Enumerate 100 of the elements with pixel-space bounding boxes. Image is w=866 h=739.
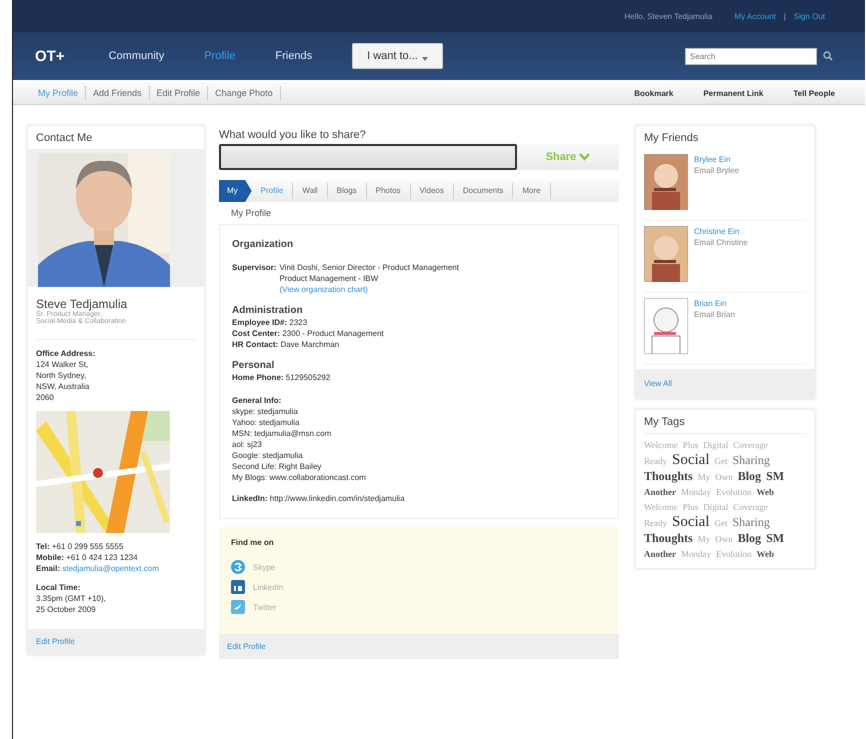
separator-text: | <box>784 12 786 20</box>
page-action-link[interactable]: Permanent Link <box>703 88 764 98</box>
info-line: Yahoo: stedjamulia <box>232 417 300 428</box>
nav-link[interactable]: Friends <box>275 50 312 62</box>
supervisor-label: Supervisor: <box>232 262 276 274</box>
mobile-text: Mobile: +61 0 424 123 1234 <box>36 553 138 562</box>
greeting-text: Hello, Steven Tedjamulia <box>624 12 712 20</box>
info-line: My Blogs: www.collaborationcast.com <box>232 472 367 483</box>
tag-link[interactable]: Web <box>756 547 774 562</box>
tab[interactable]: Wall <box>293 183 328 199</box>
service-link[interactable]: Twitter <box>253 602 277 612</box>
email-friend-link[interactable]: Email Brylee <box>694 165 739 176</box>
i-want-to-button[interactable]: I want to... <box>352 43 443 69</box>
card-title: My Friends <box>644 131 700 146</box>
tag-link[interactable]: Ready <box>644 454 667 469</box>
email-friend-link[interactable]: Email Brian <box>694 309 735 320</box>
tab[interactable]: More <box>513 183 551 199</box>
info-line: Second Life: Right Bailey <box>232 461 322 472</box>
tag-link[interactable]: SM <box>766 531 784 546</box>
tag-link[interactable]: Welcome <box>644 500 678 515</box>
tag-link[interactable]: Coverage <box>733 438 768 453</box>
tag-link[interactable]: My <box>698 532 710 547</box>
service-link[interactable]: LinkedIn <box>253 582 284 592</box>
sub-nav-link[interactable]: Add Friends <box>86 86 150 100</box>
logo: OT+ <box>35 48 65 64</box>
account-link[interactable]: Sign Out <box>794 12 825 20</box>
tab[interactable]: Documents <box>454 183 514 199</box>
address-line: 124 Walker St, <box>36 359 90 370</box>
address-line: 2060 <box>36 392 55 403</box>
tab[interactable]: Blogs <box>328 183 367 199</box>
tag-link[interactable]: Thoughts <box>644 531 693 546</box>
edit-profile-link[interactable]: Edit Profile <box>227 642 266 651</box>
search-field[interactable]: Search <box>685 48 817 64</box>
field-text: Cost Center: 2300 - Product Management <box>232 328 385 339</box>
tag-link[interactable]: Evolution <box>716 485 752 500</box>
tag-link[interactable]: Plus <box>682 438 698 453</box>
share-prompt: What would you like to share? <box>219 129 367 141</box>
nav-link[interactable]: Profile <box>204 50 236 62</box>
tag-link[interactable]: Another <box>644 485 676 500</box>
friend-name-link[interactable]: Christine Ein <box>694 226 748 237</box>
bird-icon <box>231 600 245 614</box>
card-title: Contact Me <box>36 131 94 146</box>
caret-icon <box>422 57 428 61</box>
nav-link[interactable]: Community <box>108 50 164 62</box>
tag-link[interactable]: SM <box>766 469 784 484</box>
share-field[interactable] <box>219 144 517 170</box>
section-title: My Profile <box>230 207 272 220</box>
supervisor-text: Product Management - IBW <box>279 273 378 284</box>
page-action-link[interactable]: Bookmark <box>634 88 674 98</box>
view-all-link[interactable]: View All <box>644 379 672 388</box>
tag-link[interactable]: Own <box>715 470 733 485</box>
share-button[interactable]: Share <box>517 144 619 170</box>
info-line: skype: stedjamulia <box>232 406 299 417</box>
address-line: North Sydney, <box>36 370 88 381</box>
tab[interactable]: Photos <box>366 183 411 199</box>
tag-link[interactable]: Sharing <box>732 453 770 468</box>
tag-link[interactable]: Evolution <box>716 547 752 562</box>
tag-link[interactable]: Get <box>714 454 728 469</box>
section-heading: Organization <box>232 239 294 250</box>
tab[interactable]: Profile <box>252 183 294 199</box>
section-heading: General Info: <box>232 395 282 406</box>
info-line: Google: stedjamulia <box>232 450 304 461</box>
tag-link[interactable]: My <box>698 470 710 485</box>
service-link[interactable]: Skype <box>253 562 276 572</box>
friend-name-link[interactable]: Brylee Ein <box>694 154 739 165</box>
tag-link[interactable]: Welcome <box>644 438 678 453</box>
page-action-link[interactable]: Tell People <box>793 88 835 98</box>
tag-link[interactable]: Social <box>672 515 710 530</box>
tag-link[interactable]: Digital <box>703 438 728 453</box>
tag-link[interactable]: Coverage <box>733 500 768 515</box>
tag-link[interactable]: Plus <box>682 500 698 515</box>
tag-link[interactable]: Digital <box>703 500 728 515</box>
address-label: Office Address: <box>36 348 96 359</box>
account-link[interactable]: My Account <box>734 12 776 20</box>
edit-profile-link[interactable]: Edit Profile <box>36 637 75 646</box>
tag-link[interactable]: Monday <box>681 485 711 500</box>
tag-link[interactable]: Blog <box>738 469 762 484</box>
tag-link[interactable]: Web <box>756 485 774 500</box>
tag-link[interactable]: Another <box>644 547 676 562</box>
local-time-label: Local Time: <box>36 582 82 593</box>
tag-link[interactable]: Social <box>672 453 710 468</box>
tag-link[interactable]: Blog <box>738 531 762 546</box>
friend-name-link[interactable]: Brian Ein <box>694 298 735 309</box>
search-icon[interactable] <box>823 51 833 61</box>
tag-link[interactable]: Ready <box>644 516 667 531</box>
sub-nav-link[interactable]: Change Photo <box>208 86 281 100</box>
tag-link[interactable]: Own <box>715 532 733 547</box>
sub-nav-link[interactable]: Edit Profile <box>150 86 208 100</box>
sub-nav-link[interactable]: My Profile <box>31 86 86 100</box>
tag-link[interactable]: Get <box>714 516 728 531</box>
tab[interactable]: Videos <box>410 183 454 199</box>
section-heading: Administration <box>232 305 304 317</box>
email-link[interactable]: stedjamulia@opentext.com <box>62 564 159 573</box>
local-time: 3.35pm (GMT +10), <box>36 593 107 604</box>
tag-link[interactable]: Sharing <box>732 515 770 530</box>
email-friend-link[interactable]: Email Christine <box>694 237 748 248</box>
profile-name: Steve Tedjamulia <box>36 297 128 311</box>
org-chart-link[interactable]: (View organization chart) <box>279 284 368 295</box>
tag-link[interactable]: Thoughts <box>644 469 693 484</box>
tag-link[interactable]: Monday <box>681 547 711 562</box>
